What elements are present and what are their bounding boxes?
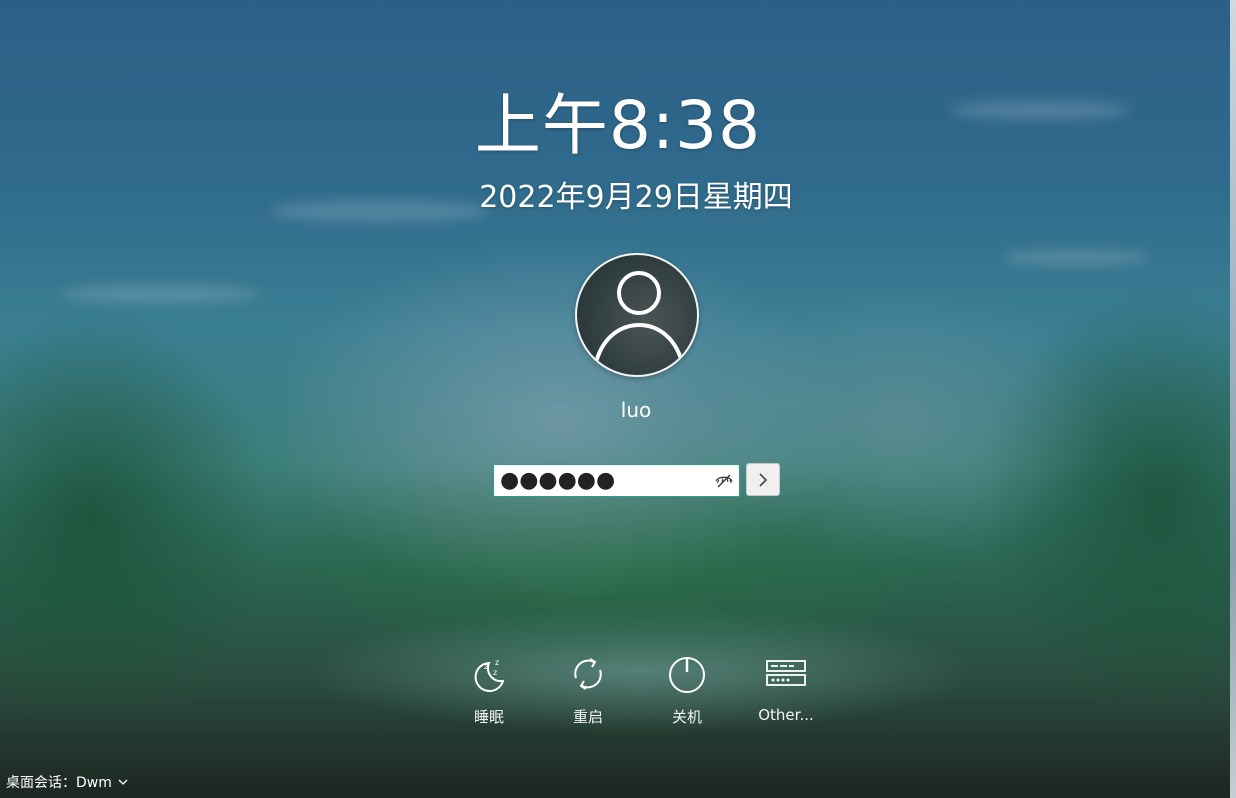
hide-password-icon[interactable] bbox=[715, 472, 733, 490]
restart-button[interactable]: 重启 bbox=[548, 654, 628, 727]
password-field[interactable]: ●●●●●● bbox=[493, 464, 740, 497]
user-icon bbox=[593, 271, 685, 368]
svg-text:z: z bbox=[484, 662, 488, 671]
shutdown-button[interactable]: 关机 bbox=[647, 654, 727, 727]
login-submit-button[interactable] bbox=[746, 463, 780, 496]
sleep-label: 睡眠 bbox=[473, 708, 504, 726]
avatar bbox=[575, 253, 699, 377]
svg-text:z: z bbox=[495, 658, 499, 667]
clock-date: 2022年9月29日星期四 bbox=[479, 180, 793, 215]
cloud bbox=[60, 285, 260, 303]
clock-time: 上午8:38 bbox=[474, 87, 762, 164]
cloud bbox=[1000, 250, 1150, 266]
chevron-right-icon bbox=[759, 473, 768, 487]
other-button[interactable]: Other... bbox=[746, 654, 826, 724]
password-value: ●●●●●● bbox=[500, 468, 616, 493]
lock-screen: 上午8:38 2022年9月29日星期四 luo ●●●●●● z z z 睡眠 bbox=[0, 0, 1236, 798]
restart-label: 重启 bbox=[572, 708, 603, 726]
sleep-moon-icon: z z z bbox=[474, 658, 505, 692]
username-label: luo bbox=[620, 398, 652, 422]
session-selector[interactable]: 桌面会话：Dwm bbox=[6, 772, 128, 792]
power-icon bbox=[669, 657, 705, 693]
svg-text:z: z bbox=[493, 668, 497, 677]
chevron-down-icon bbox=[118, 779, 128, 785]
other-keyboard-icon bbox=[766, 660, 806, 686]
other-label: Other... bbox=[758, 706, 814, 724]
restart-icon bbox=[574, 658, 602, 690]
session-label: 桌面会话：Dwm bbox=[6, 775, 112, 791]
shutdown-label: 关机 bbox=[671, 708, 702, 726]
sleep-button[interactable]: z z z 睡眠 bbox=[449, 654, 529, 727]
